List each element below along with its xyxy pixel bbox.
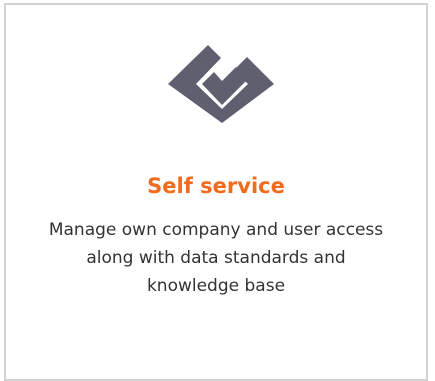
self-service-card: Self service Manage own company and user… bbox=[4, 3, 428, 381]
card-title: Self service bbox=[147, 174, 285, 198]
card-description: Manage own company and user access along… bbox=[48, 220, 384, 296]
check-diamond-icon bbox=[168, 45, 274, 123]
